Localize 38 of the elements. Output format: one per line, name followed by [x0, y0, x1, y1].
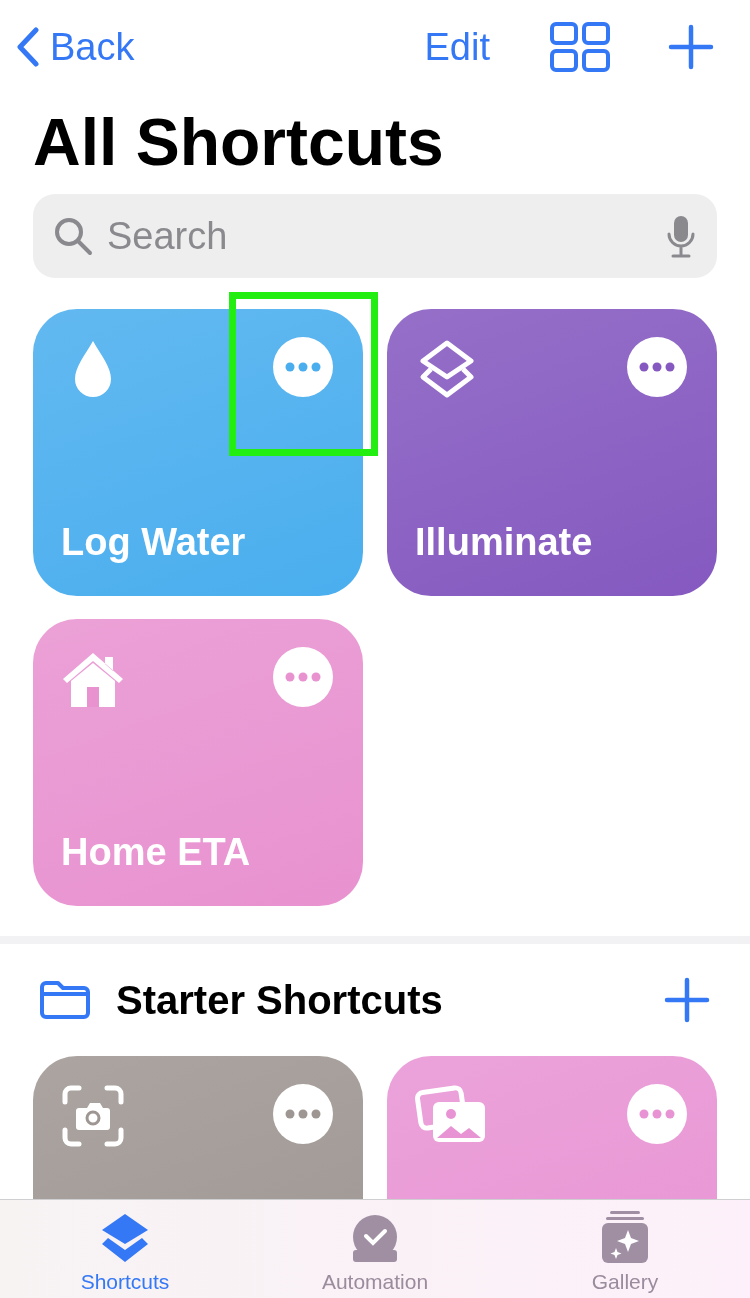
more-button[interactable]: [273, 647, 333, 707]
tab[interactable]: Automation: [250, 1200, 500, 1298]
layers-icon: [100, 1212, 150, 1264]
tab[interactable]: Shortcuts: [0, 1200, 250, 1298]
more-icon: [285, 1109, 321, 1119]
more-icon: [639, 362, 675, 372]
more-button[interactable]: [627, 337, 687, 397]
plus-icon: [668, 24, 714, 70]
more-icon: [285, 362, 321, 372]
more-button[interactable]: [273, 337, 333, 397]
shortcut-tile[interactable]: Home ETA: [33, 619, 363, 906]
clock-check-icon: [350, 1214, 400, 1264]
grid-icon: [550, 22, 610, 72]
microphone-icon[interactable]: [667, 214, 695, 258]
shortcut-name: Home ETA: [61, 831, 252, 875]
shortcut-tile[interactable]: Log Water: [33, 309, 363, 596]
more-icon: [285, 672, 321, 682]
page-title: All Shortcuts: [33, 104, 445, 181]
folder-icon: [38, 979, 92, 1021]
gallery-stack-icon: [600, 1210, 650, 1264]
chevron-left-icon: [16, 27, 40, 67]
edit-button[interactable]: Edit: [424, 25, 490, 69]
more-icon: [639, 1109, 675, 1119]
shortcut-tile[interactable]: Illuminate: [387, 309, 717, 596]
more-button[interactable]: [273, 1084, 333, 1144]
add-button[interactable]: [668, 24, 714, 70]
plus-icon: [664, 977, 710, 1023]
tab[interactable]: Gallery: [500, 1200, 750, 1298]
search-field[interactable]: Search: [33, 194, 717, 278]
more-button[interactable]: [627, 1084, 687, 1144]
search-icon: [53, 216, 93, 256]
camera-scan-icon: [61, 1084, 125, 1148]
shortcut-name: Illuminate: [415, 521, 594, 565]
grid-view-button[interactable]: [550, 22, 610, 72]
shortcut-name: Log Water: [61, 521, 247, 565]
folder-title: Starter Shortcuts: [116, 977, 444, 1023]
add-button[interactable]: [664, 977, 710, 1023]
back-button[interactable]: Back: [16, 25, 135, 69]
